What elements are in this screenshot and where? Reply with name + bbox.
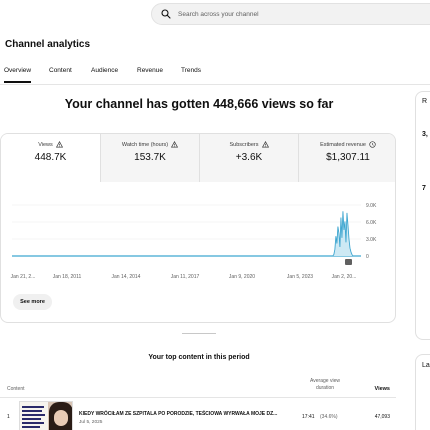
top-content-title: Your top content in this period	[148, 354, 250, 361]
search-input[interactable]: Search across your channel	[178, 11, 259, 18]
metric-watch-time[interactable]: Watch time (hours) 153.7K	[100, 134, 199, 182]
metric-value: +3.6K	[235, 152, 263, 163]
x-tick-label: Jan 2, 20...	[332, 274, 357, 280]
x-tick-label: Jan 21, 2...	[11, 274, 36, 280]
realtime-card	[415, 91, 430, 340]
metric-label-row: Estimated revenue	[299, 141, 395, 148]
metric-label-row: Subscribers	[200, 141, 298, 148]
page-title: Channel analytics	[5, 39, 91, 50]
x-tick-label: Jan 11, 2017	[171, 274, 200, 280]
column-header-content: Content	[7, 386, 25, 392]
thumbnail-face	[54, 410, 68, 426]
tab-revenue[interactable]: Revenue	[137, 67, 181, 83]
y-tick-label: 3.0K	[366, 237, 377, 243]
warning-icon	[171, 141, 179, 148]
clock-icon	[369, 141, 376, 148]
latest-content-title: La	[422, 362, 430, 369]
search-icon	[161, 9, 171, 19]
realtime-card-title: R	[422, 98, 428, 105]
metric-value: $1,307.11	[326, 152, 370, 163]
metric-tabs: Views 448.7K Watch time (hours) 153.7K S…	[1, 134, 395, 182]
realtime-value-2: 7	[422, 185, 426, 192]
metric-views[interactable]: Views 448.7K	[1, 134, 100, 182]
section-divider	[182, 333, 216, 334]
avg-view-duration: 17:41	[302, 414, 315, 420]
thumbnail-text-line	[22, 426, 40, 428]
metric-label-row: Watch time (hours)	[101, 141, 199, 148]
top-bar: Search across your channel	[0, 0, 430, 28]
y-tick-label: 0	[366, 254, 369, 260]
tab-audience[interactable]: Audience	[91, 67, 137, 83]
see-more-button[interactable]: See more	[13, 294, 52, 310]
realtime-value: 3,	[422, 131, 428, 138]
tab-trends[interactable]: Trends	[181, 67, 221, 83]
x-tick-label: Jan 9, 2020	[229, 274, 255, 280]
views-chart: 9.0K 6.0K 3.0K 0 Jan 21, 2... Jan 18, 2011 Jan…	[11, 203, 377, 280]
metric-revenue[interactable]: Estimated revenue $1,307.11	[298, 134, 395, 182]
metric-label: Watch time (hours)	[121, 141, 169, 148]
tabs-divider	[0, 84, 430, 85]
tab-bar: Overview Content Audience Revenue Trends	[4, 67, 221, 83]
metric-subscribers[interactable]: Subscribers +3.6K	[199, 134, 298, 182]
warning-icon	[55, 141, 63, 148]
avg-view-percent: (34.6%)	[320, 414, 338, 420]
thumbnail-text-line	[22, 422, 44, 424]
thumbnail-text-line	[22, 410, 42, 412]
tab-content[interactable]: Content	[49, 67, 91, 83]
metric-label: Subscribers	[229, 141, 259, 148]
views-headline: Your channel has gotten 448,666 views so…	[64, 97, 334, 111]
warning-icon	[261, 141, 269, 148]
column-header-views[interactable]: Views	[360, 386, 391, 392]
row-rank: 1	[7, 414, 10, 420]
thumbnail-text-line	[22, 414, 45, 416]
metric-label: Estimated revenue	[320, 141, 366, 148]
video-date: Jul 5, 2025	[79, 420, 103, 425]
metric-label-row: Views	[1, 141, 100, 148]
video-marker-icon[interactable]	[345, 259, 352, 265]
thumbnail-text-line	[22, 418, 41, 420]
metric-value: 448.7K	[34, 152, 67, 163]
x-tick-label: Jan 14, 2014	[112, 274, 141, 280]
thumbnail-text-line	[22, 406, 44, 408]
column-header-avg-duration: Average view duration	[310, 378, 340, 391]
chart-series-line	[12, 211, 354, 257]
row-views: 47,093	[374, 414, 390, 420]
y-tick-label: 6.0K	[366, 220, 377, 226]
search-bar[interactable]: Search across your channel	[151, 3, 430, 25]
y-tick-label: 9.0K	[366, 203, 377, 209]
tab-overview[interactable]: Overview	[4, 67, 49, 83]
metric-label: Views	[38, 141, 53, 148]
video-title[interactable]: KIEDY WRÓCIŁAM ZE SZPITALA PO PORODZIE, …	[79, 411, 277, 417]
x-tick-label: Jan 18, 2011	[53, 274, 82, 280]
x-tick-label: Jan 5, 2023	[287, 274, 313, 280]
metric-value: 153.7K	[134, 152, 166, 163]
video-thumbnail[interactable]	[19, 401, 73, 430]
chart-area	[12, 211, 353, 256]
